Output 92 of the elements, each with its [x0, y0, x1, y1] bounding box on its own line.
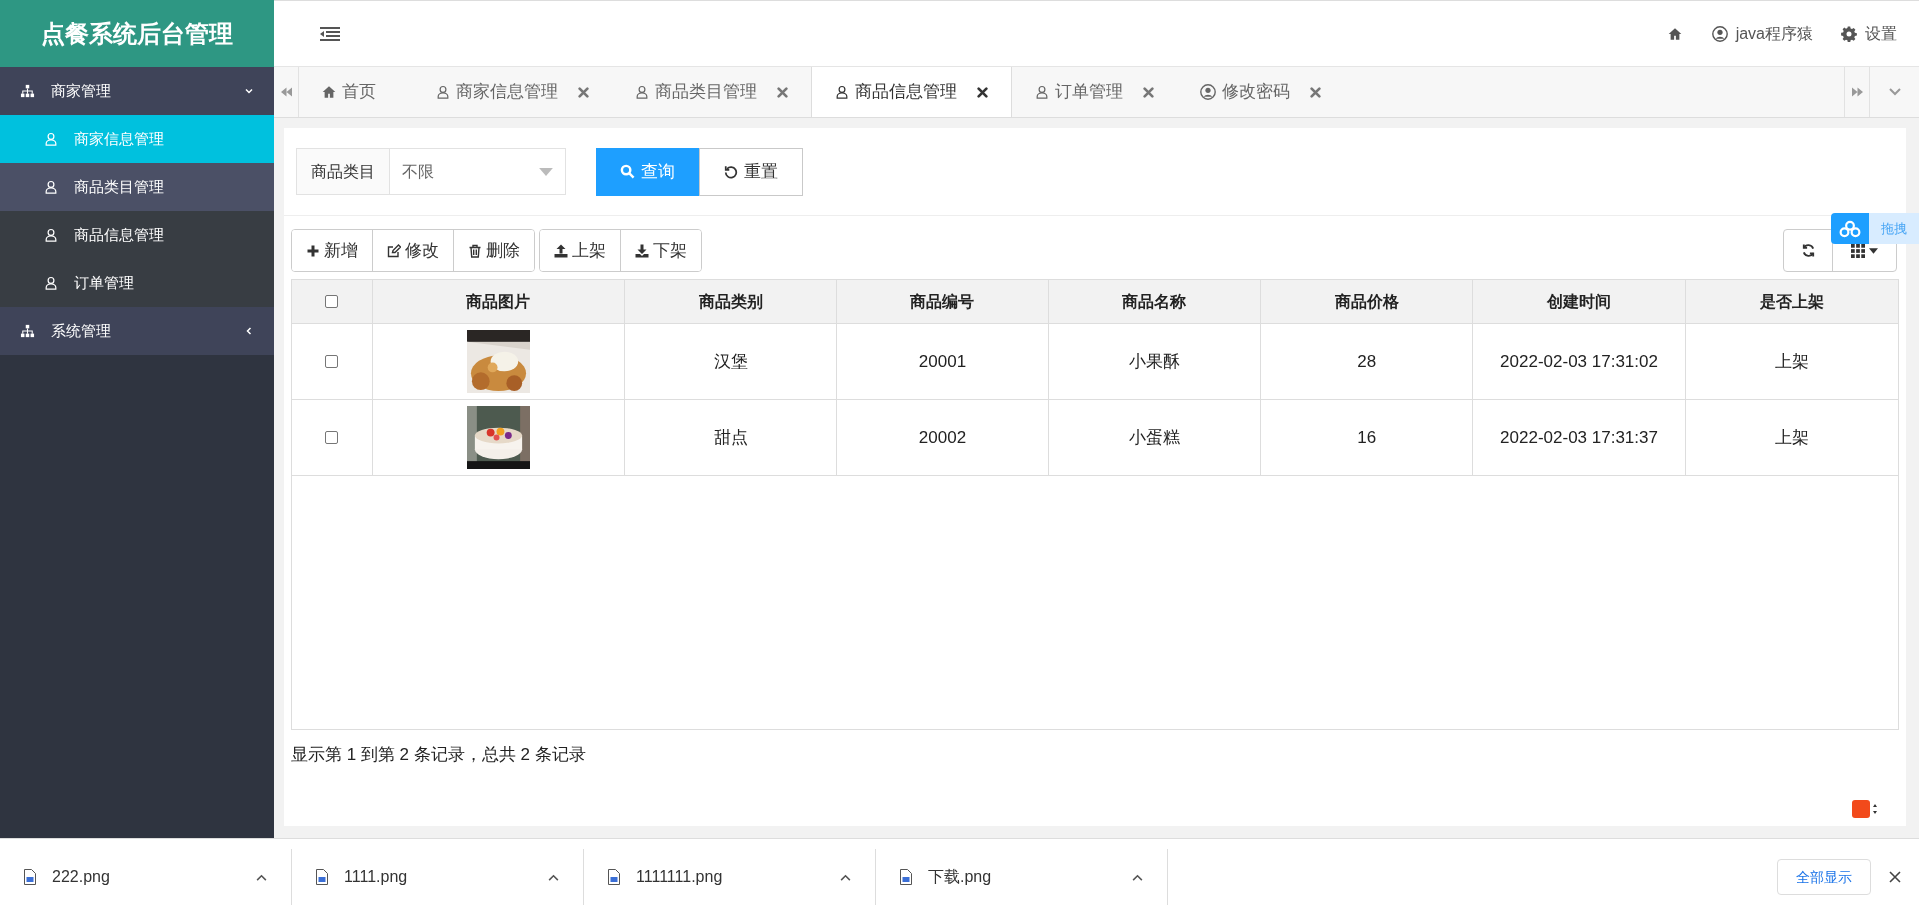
user-icon	[635, 85, 649, 99]
chevron-up-icon	[840, 873, 851, 881]
table-cell-text: 28	[1357, 350, 1377, 373]
user-icon	[44, 228, 58, 242]
menu-group-label: 系统管理	[51, 320, 112, 341]
chevron-down-icon	[244, 86, 254, 96]
settings-icon	[1841, 25, 1857, 42]
user-icon	[835, 85, 849, 99]
toolbar-button[interactable]: 下架	[620, 230, 701, 271]
table-cell-text: 16	[1357, 426, 1377, 449]
user-icon	[44, 132, 58, 146]
caret-icon	[1869, 247, 1878, 254]
column-header: 商品名称	[1122, 291, 1187, 312]
menu-group[interactable]: 商家管理	[0, 67, 274, 115]
filter-label: 商品类目	[296, 148, 390, 195]
plus-icon	[306, 243, 320, 258]
tab[interactable]: 首页	[299, 67, 413, 117]
cloud-icon	[1839, 219, 1861, 238]
user-menu[interactable]: java程序猿	[1693, 13, 1831, 54]
table-cell-text: 上架	[1774, 426, 1809, 449]
download-item[interactable]: 1111.png	[292, 849, 584, 905]
column-header: 创建时间	[1547, 291, 1611, 312]
user-icon	[1035, 85, 1049, 99]
reset-button[interactable]: 重置	[699, 147, 803, 196]
home-icon	[322, 85, 336, 99]
download-item[interactable]: 222.png	[0, 849, 292, 905]
double-left-icon	[280, 87, 292, 97]
table-cell-text: 2022-02-03 17:31:37	[1500, 426, 1658, 449]
show-all-button[interactable]: 全部显示	[1777, 859, 1871, 895]
table-cell-text: 汉堡	[713, 350, 748, 373]
caret-icon	[539, 167, 553, 176]
checkbox[interactable]	[325, 295, 339, 308]
sitemap-icon	[20, 324, 35, 338]
reset-icon	[724, 164, 738, 179]
settings-button[interactable]: 设置	[1831, 13, 1897, 54]
home-icon	[1667, 26, 1682, 41]
column-header: 商品类别	[698, 291, 763, 312]
column-header: 商品编号	[910, 291, 975, 312]
refresh-icon	[1800, 243, 1816, 258]
menu-item[interactable]: 商品信息管理	[0, 211, 274, 259]
table-cell-text: 20002	[918, 426, 967, 449]
user-icon	[44, 276, 58, 290]
edit-icon	[387, 243, 401, 258]
table-cell-text: 2022-02-03 17:31:02	[1500, 350, 1658, 373]
menu-group[interactable]: 系统管理	[0, 307, 274, 355]
download-item[interactable]: 下载.png	[876, 849, 1168, 905]
tab[interactable]: 商品信息管理	[811, 67, 1012, 117]
tab[interactable]: 订单管理	[1012, 67, 1177, 117]
table-cell-text: 小蛋糕	[1128, 426, 1180, 449]
menu-item[interactable]: 订单管理	[0, 259, 274, 307]
chevron-up-icon	[548, 873, 559, 881]
tab[interactable]: 商品类目管理	[612, 67, 811, 117]
column-header: 是否上架	[1759, 291, 1824, 312]
download-icon	[635, 243, 649, 258]
trash-icon	[468, 243, 482, 258]
tab[interactable]: 商家信息管理	[413, 67, 612, 117]
column-header: 商品图片	[466, 291, 531, 312]
menu-icon[interactable]	[320, 25, 340, 42]
category-select[interactable]: 不限	[390, 148, 566, 195]
user-circle-icon	[1200, 84, 1216, 100]
upload-icon	[554, 243, 568, 258]
sitemap-icon	[20, 84, 35, 98]
checkbox[interactable]	[325, 355, 339, 368]
column-header: 商品价格	[1334, 291, 1399, 312]
double-right-icon	[1851, 87, 1863, 97]
table-cell-text: 小果酥	[1128, 350, 1180, 373]
toolbar-button[interactable]: 删除	[453, 230, 534, 271]
tab[interactable]: 修改密码	[1177, 67, 1344, 117]
close-icon[interactable]	[977, 86, 988, 98]
pagination-info: 显示第 1 到第 2 条记录，总共 2 条记录	[291, 745, 586, 764]
download-item[interactable]: 1111111.png	[584, 849, 876, 905]
search-icon	[620, 164, 635, 179]
chevron-up-icon	[1132, 873, 1143, 881]
table-cell-text: 上架	[1774, 350, 1809, 373]
menu-item[interactable]: 商品类目管理	[0, 163, 274, 211]
file-icon	[316, 869, 328, 885]
grid-icon	[1851, 243, 1865, 258]
table-cell-text: 20001	[918, 350, 967, 373]
file-icon	[24, 869, 36, 885]
chevron-up-icon	[256, 873, 267, 881]
user-circle-icon	[1711, 25, 1728, 42]
close-icon[interactable]	[1889, 871, 1901, 883]
menu-group-label: 商家管理	[51, 80, 112, 101]
user-icon	[44, 180, 58, 194]
file-icon	[608, 869, 620, 885]
chevron-left-icon	[244, 326, 254, 336]
chevron-down-icon	[1888, 88, 1901, 96]
app-title: 点餐系统后台管理	[0, 0, 274, 67]
user-icon	[436, 85, 450, 99]
checkbox[interactable]	[325, 431, 339, 444]
table-cell-text: 甜点	[713, 426, 748, 449]
file-icon	[900, 869, 912, 885]
